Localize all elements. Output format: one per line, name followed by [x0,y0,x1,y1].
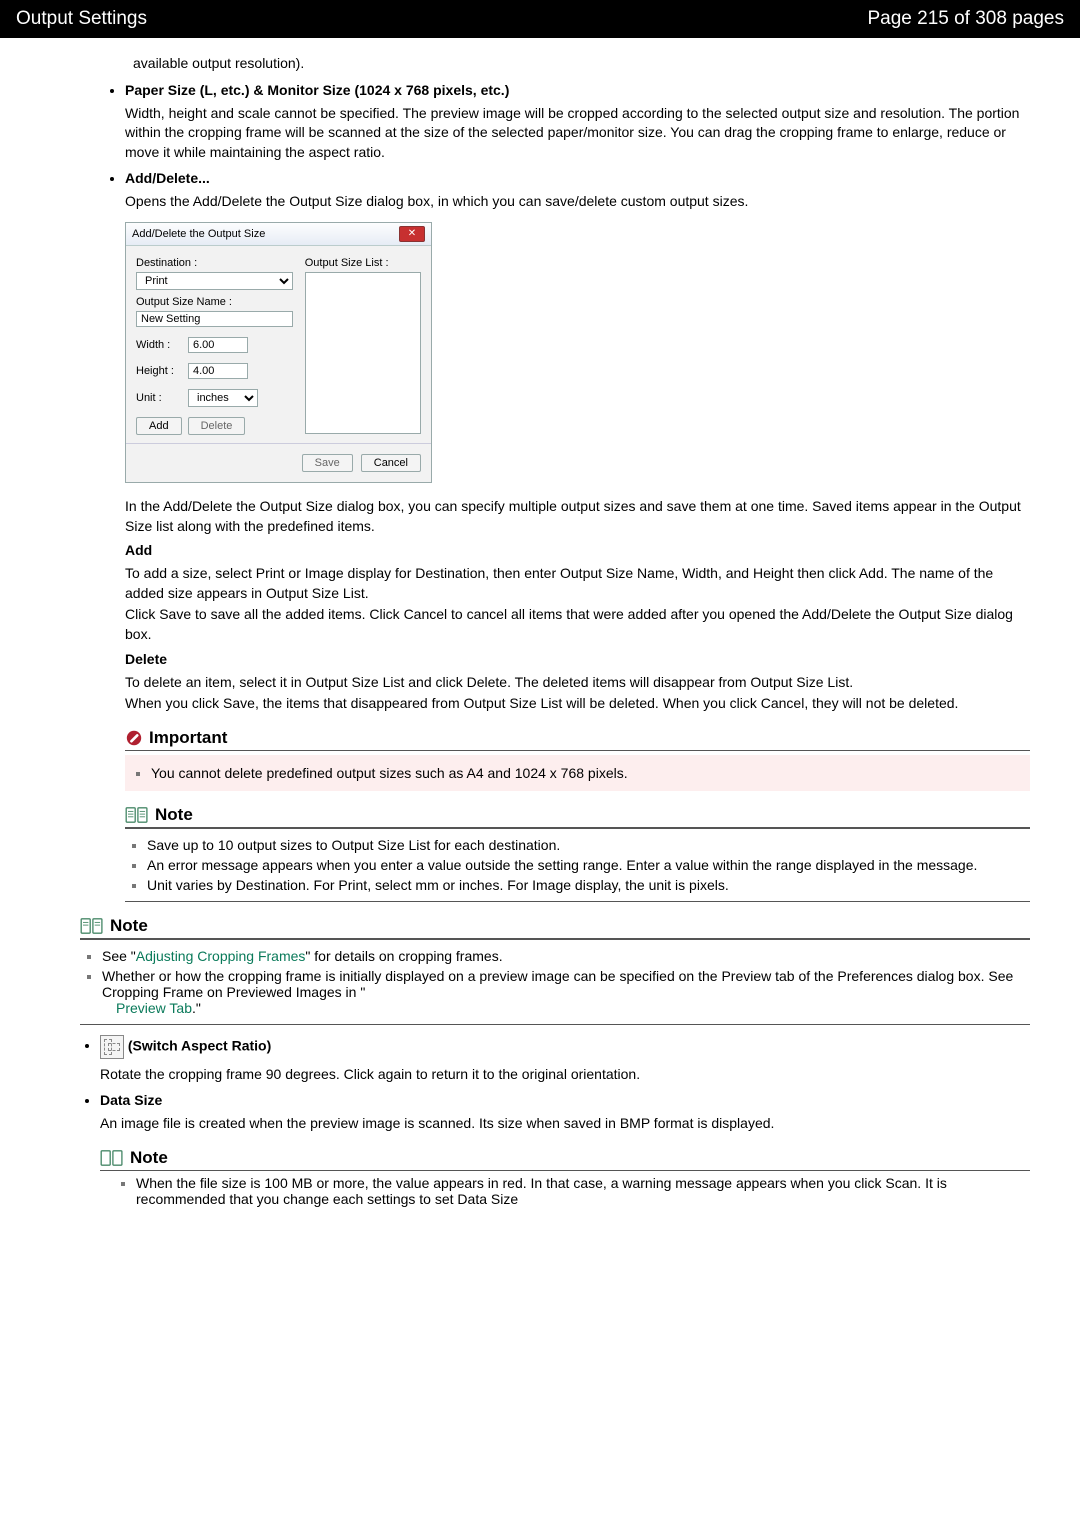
note-icon [100,1149,124,1167]
page-header: Output Settings Page 215 of 308 pages [0,0,1080,38]
width-label: Width : [136,339,178,351]
unit-label: Unit : [136,392,178,404]
list-item: (Switch Aspect Ratio) Rotate the croppin… [100,1035,1030,1085]
add-delete-intro: Opens the Add/Delete the Output Size dia… [125,192,1030,212]
list-item: See "Adjusting Cropping Frames" for deta… [102,948,1030,964]
add-button[interactable]: Add [136,417,182,435]
destination-label: Destination : [136,257,293,269]
note-section: Note [80,916,1030,939]
important-label: Important [149,728,227,748]
important-section: Important [125,728,1030,751]
output-size-list-label: Output Size List : [305,257,421,269]
add-p1: To add a size, select Print or Image dis… [125,564,1030,603]
page-title: Output Settings [16,8,147,30]
note-label: Note [155,805,193,825]
note-label: Note [110,916,148,936]
intro-tail: available output resolution). [133,54,1030,74]
list-item: Save up to 10 output sizes to Output Siz… [147,837,1030,853]
paper-size-body: Width, height and scale cannot be specif… [125,104,1030,163]
add-delete-heading: Add/Delete... [125,170,1030,186]
note-section: Note [100,1148,1030,1171]
add-heading: Add [125,542,1030,558]
save-button[interactable]: Save [302,454,353,472]
note-label: Note [130,1148,168,1168]
delete-heading: Delete [125,651,1030,667]
important-icon [125,729,143,747]
data-size-heading: Data Size [100,1092,1030,1108]
list-item: Add/Delete... Opens the Add/Delete the O… [125,170,1030,901]
output-size-name-label: Output Size Name : [136,296,293,308]
list-item: Whether or how the cropping frame is ini… [102,968,1030,1016]
cancel-button[interactable]: Cancel [361,454,421,472]
page-content: available output resolution). Paper Size… [0,38,1080,1241]
note-icon [80,917,104,935]
list-item: Data Size An image file is created when … [100,1092,1030,1207]
output-size-name-input[interactable] [136,311,293,327]
note-section: Note [125,805,1030,828]
list-item: Paper Size (L, etc.) & Monitor Size (102… [125,82,1030,163]
destination-select[interactable]: Print [136,272,293,290]
paper-size-heading: Paper Size (L, etc.) & Monitor Size (102… [125,82,1030,98]
width-input[interactable] [188,337,248,353]
preview-tab-link[interactable]: Preview Tab [116,1000,192,1016]
delete-button[interactable]: Delete [188,417,246,435]
list-item: An error message appears when you enter … [147,857,1030,873]
switch-heading: (Switch Aspect Ratio) [128,1037,271,1053]
dialog-title: Add/Delete the Output Size [132,228,265,240]
delete-p1: To delete an item, select it in Output S… [125,673,1030,693]
data-size-body: An image file is created when the previe… [100,1114,1030,1134]
adjusting-cropping-link[interactable]: Adjusting Cropping Frames [136,948,306,964]
unit-select[interactable]: inches [188,389,258,407]
add-delete-dialog: Add/Delete the Output Size ✕ Destination… [125,222,432,483]
after-dialog-text: In the Add/Delete the Output Size dialog… [125,497,1030,536]
close-icon[interactable]: ✕ [399,226,425,242]
list-item: You cannot delete predefined output size… [151,765,1026,781]
list-item: When the file size is 100 MB or more, th… [136,1175,1030,1207]
delete-p2: When you click Save, the items that disa… [125,694,1030,714]
list-item: Unit varies by Destination. For Print, s… [147,877,1030,893]
switch-aspect-icon [100,1035,124,1059]
height-input[interactable] [188,363,248,379]
add-p2: Click Save to save all the added items. … [125,605,1030,644]
height-label: Height : [136,365,178,377]
output-size-listbox[interactable] [305,272,421,434]
note-icon [125,806,149,824]
page-counter: Page 215 of 308 pages [867,8,1064,30]
switch-body: Rotate the cropping frame 90 degrees. Cl… [100,1065,1030,1085]
